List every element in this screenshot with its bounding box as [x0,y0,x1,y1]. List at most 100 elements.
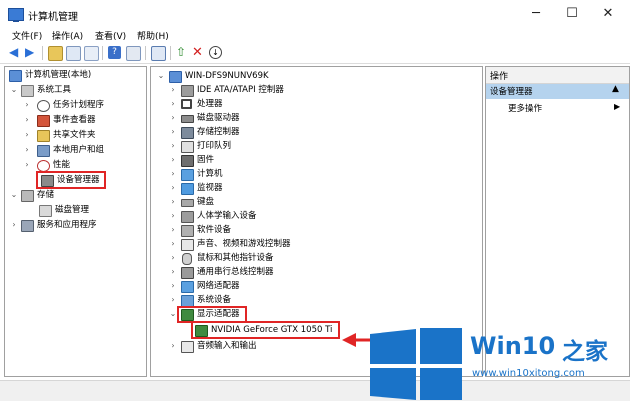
chevron-right-icon[interactable]: › [23,158,31,172]
minimize-button[interactable]: ─ [522,4,550,24]
tree-services[interactable]: › 服务和应用程序 [7,218,145,232]
category-label: 处理器 [197,99,223,109]
disable-device-icon[interactable]: ↓ [209,46,222,59]
tree-label: 系统工具 [37,85,72,95]
chevron-right-icon[interactable]: › [23,98,31,112]
device-root[interactable]: ⌄ WIN-DFS9NUNV69K [153,69,473,83]
device-category[interactable]: › 系统设备 [153,293,473,307]
chevron-right-icon[interactable]: › [169,265,177,279]
help-icon[interactable]: ? [108,46,121,59]
device-category[interactable]: › 磁盘驱动器 [153,111,473,125]
chevron-right-icon[interactable]: › [169,153,177,167]
device-category[interactable]: › 固件 [153,153,473,167]
chevron-right-icon[interactable]: › [169,237,177,251]
menu-help[interactable]: 帮助(H) [137,29,169,42]
tree-disk-management[interactable]: 磁盘管理 [7,203,145,217]
device-category[interactable]: › 处理器 [153,97,473,111]
category-label: 系统设备 [197,295,232,305]
chevron-right-icon[interactable]: ▶ [614,102,620,111]
tree-performance[interactable]: › 性能 [7,158,145,172]
brand-suffix: 之家 [562,339,608,365]
chevron-right-icon[interactable]: › [169,125,177,139]
chevron-right-icon[interactable]: › [169,167,177,181]
chevron-right-icon[interactable]: › [169,339,177,353]
device-category[interactable]: › 软件设备 [153,223,473,237]
chevron-right-icon[interactable]: › [169,223,177,237]
tree-system-tools[interactable]: ⌄ 系统工具 [7,83,145,97]
more-actions-label: 更多操作 [508,104,543,114]
device-category[interactable]: › 监视器 [153,181,473,195]
device-category[interactable]: › 计算机 [153,167,473,181]
chevron-right-icon[interactable]: › [169,111,177,125]
chevron-right-icon[interactable]: › [10,218,18,232]
forward-icon[interactable]: ▶ [25,46,38,59]
back-icon[interactable]: ◀ [9,46,22,59]
menu-view[interactable]: 查看(V) [95,29,126,42]
tree-event-viewer[interactable]: › 事件查看器 [7,113,145,127]
chevron-right-icon[interactable]: › [169,139,177,153]
device-category[interactable]: › 通用串行总线控制器 [153,265,473,279]
chevron-down-icon[interactable]: ⌄ [169,307,177,321]
update-driver-icon[interactable]: ⇧ [176,46,189,59]
tree-local-users[interactable]: › 本地用户和组 [7,143,145,157]
category-label: 监视器 [197,183,223,193]
category-label: IDE ATA/ATAPI 控制器 [197,85,284,95]
chevron-right-icon[interactable]: › [169,83,177,97]
chevron-down-icon[interactable]: ⌄ [10,83,18,97]
device-category[interactable]: › 打印队列 [153,139,473,153]
menu-action[interactable]: 操作(A) [52,29,83,42]
chevron-right-icon[interactable]: › [169,181,177,195]
chevron-right-icon[interactable]: › [23,143,31,157]
chevron-right-icon[interactable]: › [169,209,177,223]
category-label: 键盘 [197,197,215,207]
tree-task-scheduler[interactable]: › 任务计划程序 [7,98,145,112]
up-folder-icon[interactable] [48,46,63,61]
tree-root-label: 计算机管理(本地) [25,70,92,80]
properties-icon[interactable] [84,46,99,61]
chevron-right-icon[interactable]: › [23,128,31,142]
menu-file[interactable]: 文件(F) [12,29,42,42]
device-category[interactable]: › 声音、视频和游戏控制器 [153,237,473,251]
ide-controller-icon [181,85,194,97]
close-button[interactable]: ✕ [594,4,622,24]
toolbar-separator [170,46,171,60]
device-category[interactable]: › IDE ATA/ATAPI 控制器 [153,83,473,97]
firmware-icon [181,155,194,167]
collapse-icon[interactable]: ▲ [612,84,619,94]
chevron-right-icon[interactable]: › [169,293,177,307]
view-icon[interactable] [126,46,141,61]
device-category[interactable]: › 人体学输入设备 [153,209,473,223]
storage-icon [21,190,34,202]
computer-icon [181,169,194,181]
audio-io-icon [181,341,194,353]
chevron-right-icon[interactable]: › [169,279,177,293]
chevron-down-icon[interactable]: ⌄ [10,188,18,202]
category-label: 音频输入和输出 [197,341,257,351]
scan-hardware-icon[interactable] [151,46,166,61]
uninstall-icon[interactable]: ✕ [192,46,205,59]
device-category[interactable]: › 网络适配器 [153,279,473,293]
maximize-button[interactable]: ☐ [558,4,586,24]
brand-url: www.win10xitong.com [472,368,585,379]
chevron-down-icon[interactable]: ⌄ [157,69,165,83]
tree-label: 性能 [53,160,71,170]
actions-section[interactable]: 设备管理器 ▲ [486,84,629,99]
category-label: 人体学输入设备 [197,211,257,221]
toolbar-separator [145,46,146,60]
tree-label: 事件查看器 [53,115,96,125]
tree-shared-folders[interactable]: › 共享文件夹 [7,128,145,142]
actions-header-label: 操作 [490,72,509,82]
chevron-right-icon[interactable]: › [169,251,177,265]
more-actions[interactable]: 更多操作 ▶ [486,102,629,116]
usb-icon [181,267,194,279]
chevron-right-icon[interactable]: › [23,113,31,127]
brand-name: Win10 [470,332,556,360]
tree-root[interactable]: 计算机管理(本地) [7,68,145,82]
device-category[interactable]: › 鼠标和其他指针设备 [153,251,473,265]
device-category[interactable]: › 键盘 [153,195,473,209]
show-hide-tree-icon[interactable] [66,46,81,61]
tree-storage[interactable]: ⌄ 存储 [7,188,145,202]
chevron-right-icon[interactable]: › [169,97,177,111]
chevron-right-icon[interactable]: › [169,195,177,209]
device-category[interactable]: › 存储控制器 [153,125,473,139]
